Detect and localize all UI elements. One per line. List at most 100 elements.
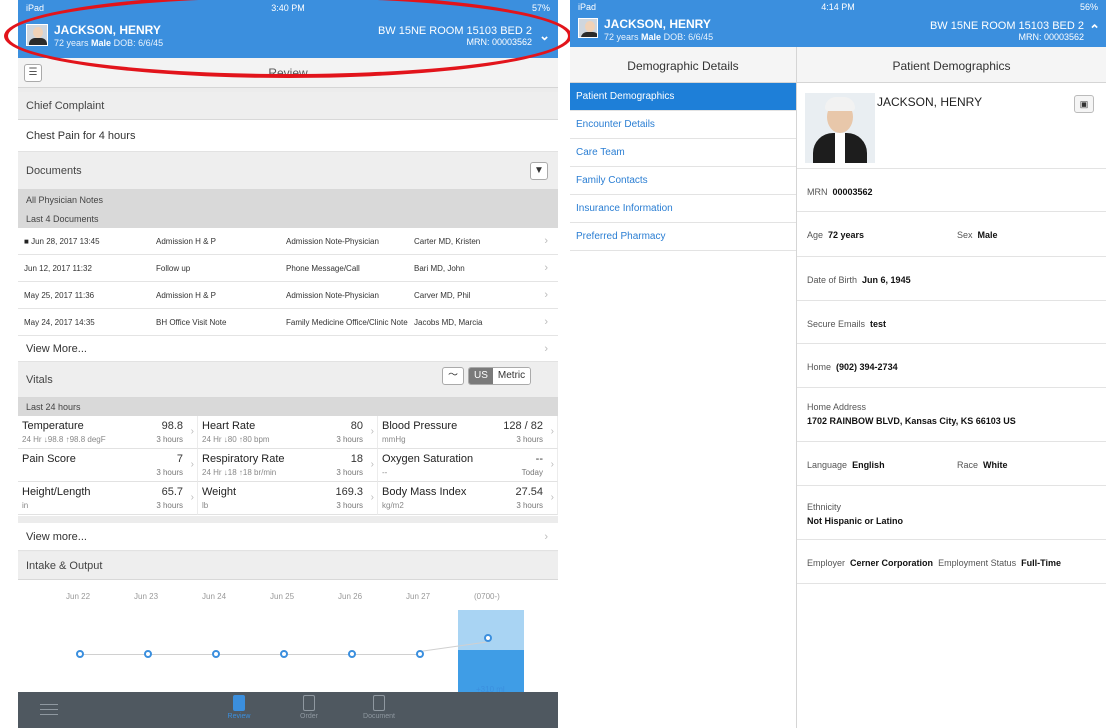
demographics-screen: iPad 4:14 PM 56% JACKSON, HENRY 72 years… <box>570 0 1106 728</box>
patient-dob: DOB: 6/6/45 <box>663 32 714 42</box>
chevron-right-icon: › <box>544 531 548 543</box>
io-date-label: Jun 25 <box>270 592 295 601</box>
menu-item-care-team[interactable]: Care Team <box>570 139 796 167</box>
unit-toggle[interactable]: US Metric <box>468 367 532 385</box>
documents-header: Documents <box>18 152 558 190</box>
vital-cell[interactable]: Weight 169.3 lb 3 hours › <box>198 482 378 515</box>
patient-banner[interactable]: iPad 3:40 PM 57% JACKSON, HENRY 72 years… <box>18 0 558 58</box>
documents-view-more[interactable]: View More... › <box>18 336 558 362</box>
vital-cell[interactable]: Heart Rate 80 24 Hr ↓80 ↑80 bpm 3 hours › <box>198 416 378 449</box>
order-icon <box>303 695 315 711</box>
device-label: iPad <box>578 2 597 12</box>
patient-info: 72 years Male DOB: 6/6/45 <box>54 38 163 48</box>
chief-complaint-value: Chest Pain for 4 hours <box>18 120 558 152</box>
page-title: Review <box>268 66 308 80</box>
patient-sex: Male <box>641 32 662 42</box>
io-point <box>280 650 288 658</box>
tab-document[interactable]: Document <box>344 695 414 720</box>
io-point <box>484 634 492 642</box>
io-date-label: Jun 22 <box>66 592 91 601</box>
mrn-label: MRN: 00003562 <box>466 37 532 47</box>
patient-full-name: JACKSON, HENRY <box>877 95 983 109</box>
patient-location: BW 15NE ROOM 15103 BED 2 MRN: 00003562 <box>930 20 1084 42</box>
patient-avatar <box>26 24 48 46</box>
vitals-view-more[interactable]: View more... › <box>18 523 558 551</box>
mrn-row: MRN 00003562 <box>797 169 1106 212</box>
vitals-grid: Temperature 98.8 24 Hr ↓98.8 ↑98.8 degF 3 … <box>18 416 558 516</box>
io-baseline <box>78 654 418 655</box>
patient-photo <box>805 93 875 163</box>
battery-level: 57% <box>531 3 550 13</box>
patient-age: 72 years <box>604 32 639 42</box>
intake-output-chart[interactable]: Jun 22 Jun 23 Jun 24 Jun 25 Jun 26 Jun 2… <box>18 580 558 694</box>
hamburger-icon[interactable] <box>40 704 58 719</box>
battery-level: 56% <box>1079 2 1098 12</box>
documents-count-label: Last 4 Documents <box>18 209 558 228</box>
menu-item-encounter-details[interactable]: Encounter Details <box>570 111 796 139</box>
camera-icon[interactable]: ▣ <box>1074 95 1094 113</box>
language-race-row: Language English Race White <box>797 442 1106 486</box>
review-icon <box>233 695 245 711</box>
document-row[interactable]: ■ Jun 28, 2017 13:45 Admission H & P Adm… <box>18 228 558 255</box>
patient-name: JACKSON, HENRY <box>54 23 161 37</box>
column-headers: Demographic Details Patient Demographics <box>570 47 1106 83</box>
chevron-right-icon: › <box>544 343 548 355</box>
document-row[interactable]: May 24, 2017 14:35 BH Office Visit Note … <box>18 309 558 336</box>
document-icon <box>373 695 385 711</box>
age-sex-row: Age 72 years Sex Male <box>797 212 1106 257</box>
vital-cell[interactable]: Body Mass Index 27.54 kg/m2 3 hours › <box>378 482 558 515</box>
vital-cell[interactable]: Height/Length 65.7 in 3 hours › <box>18 482 198 515</box>
vitals-title: Vitals <box>26 373 53 386</box>
vital-cell[interactable]: Oxygen Saturation -- -- Today › <box>378 449 558 482</box>
chevron-up-icon[interactable]: ⌃ <box>1089 22 1100 38</box>
chevron-down-icon[interactable]: ⌄ <box>539 28 550 44</box>
patient-age: 72 years <box>54 38 89 48</box>
room-label: BW 15NE ROOM 15103 BED 2 <box>929 20 1084 32</box>
chevron-right-icon: › <box>544 262 548 274</box>
menu-item-patient-demographics[interactable]: Patient Demographics <box>570 83 796 111</box>
nav-bar: ☰ Review <box>18 58 558 88</box>
chevron-right-icon: › <box>544 316 548 328</box>
document-row[interactable]: Jun 12, 2017 11:32 Follow up Phone Messa… <box>18 255 558 282</box>
io-point <box>212 650 220 658</box>
tab-bar: Review Order Document <box>18 692 558 728</box>
menu-item-preferred-pharmacy[interactable]: Preferred Pharmacy <box>570 223 796 251</box>
bookmark-icon: ■ <box>24 237 29 246</box>
vital-cell[interactable]: Pain Score 7 3 hours › <box>18 449 198 482</box>
vital-cell[interactable]: Temperature 98.8 24 Hr ↓98.8 ↑98.8 degF 3 … <box>18 416 198 449</box>
home-phone-row[interactable]: Home (902) 394-2734 <box>797 344 1106 388</box>
vital-cell[interactable]: Blood Pressure 128 / 82 mmHg 3 hours › <box>378 416 558 449</box>
patient-name: JACKSON, HENRY <box>604 17 711 31</box>
intake-output-header: Intake & Output <box>18 552 558 580</box>
tab-review[interactable]: Review <box>204 695 274 720</box>
vital-cell[interactable]: Respiratory Rate 18 24 Hr ↓18 ↑18 br/min 3… <box>198 449 378 482</box>
io-date-label: Jun 23 <box>134 592 159 601</box>
patient-banner[interactable]: iPad 4:14 PM 56% JACKSON, HENRY 72 years… <box>570 0 1106 47</box>
documents-title: Documents <box>26 164 82 177</box>
room-label: BW 15NE ROOM 15103 BED 2 <box>377 25 532 37</box>
ethnicity-row: Ethnicity Not Hispanic or Latino <box>797 486 1106 540</box>
io-point <box>416 650 424 658</box>
io-date-label: Jun 27 <box>406 592 431 601</box>
patient-dob: DOB: 6/6/45 <box>113 38 164 48</box>
unit-metric-button[interactable]: Metric <box>492 368 531 384</box>
document-row[interactable]: May 25, 2017 11:36 Admission H & P Admis… <box>18 282 558 309</box>
trend-chart-icon[interactable]: 〜 <box>442 367 464 385</box>
menu-item-family-contacts[interactable]: Family Contacts <box>570 167 796 195</box>
patient-location: BW 15NE ROOM 15103 BED 2 MRN: 00003562 <box>378 25 532 47</box>
patient-demographics-title: Patient Demographics <box>892 59 1011 73</box>
status-bar: iPad 3:40 PM 57% <box>18 0 558 16</box>
dob-row: Date of Birth Jun 6, 1945 <box>797 257 1106 301</box>
vitals-period: Last 24 hours <box>18 398 558 416</box>
menu-item-insurance-information[interactable]: Insurance Information <box>570 195 796 223</box>
photo-row: JACKSON, HENRY ▣ <box>797 83 1106 169</box>
filter-icon[interactable]: ▼ <box>530 162 548 180</box>
status-bar: iPad 4:14 PM 56% <box>570 0 1106 14</box>
io-point <box>348 650 356 658</box>
patient-info: 72 years Male DOB: 6/6/45 <box>604 32 713 42</box>
demographics-menu: Patient Demographics Encounter Details C… <box>570 83 796 251</box>
io-date-label: Jun 26 <box>338 592 363 601</box>
unit-us-button[interactable]: US <box>469 368 493 384</box>
chief-complaint-header: Chief Complaint <box>18 92 558 120</box>
tab-order[interactable]: Order <box>274 695 344 720</box>
